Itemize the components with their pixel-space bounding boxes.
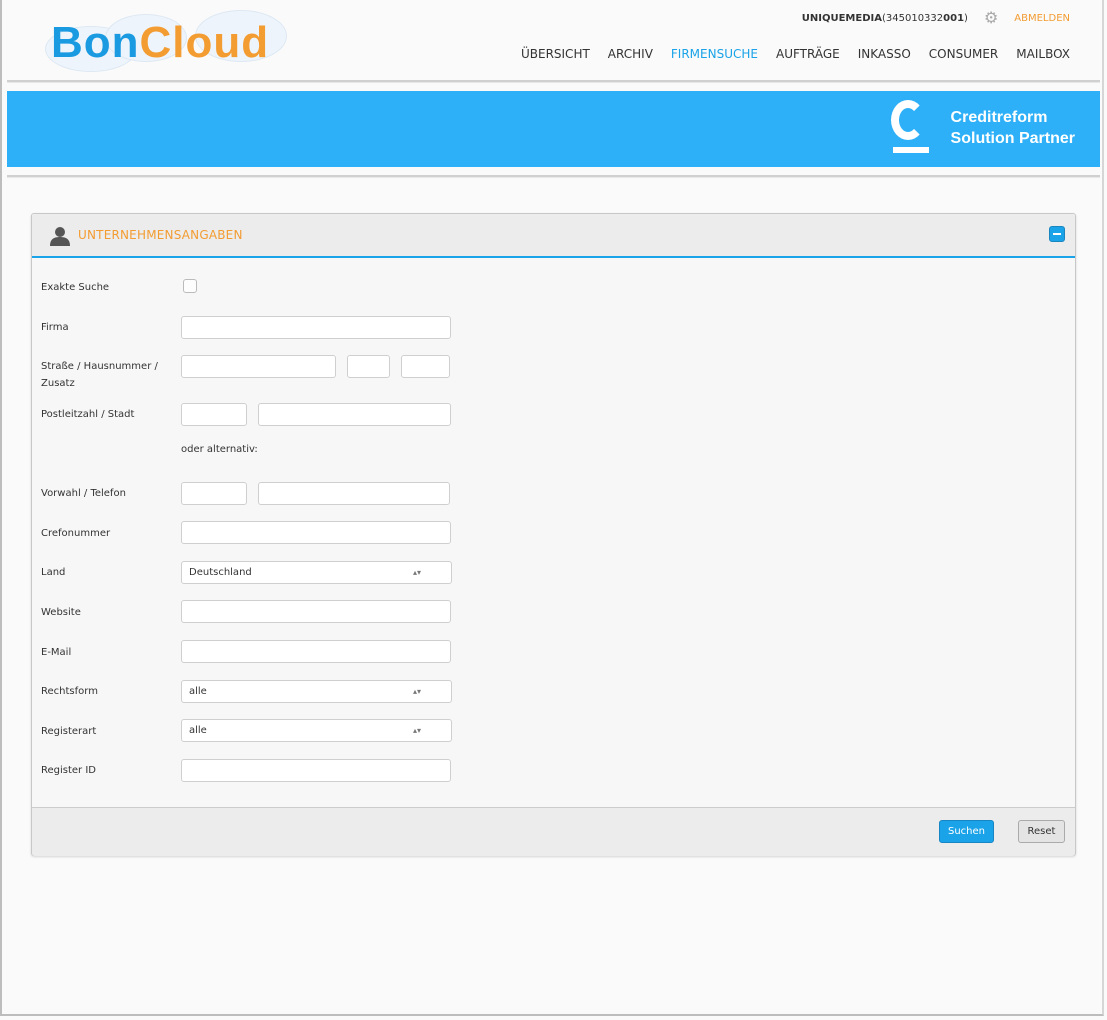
logout-link[interactable]: ABMELDEN [1014,13,1070,24]
zusatz-input[interactable] [401,355,450,378]
registerart-select[interactable]: alle ▴▾ [181,719,452,742]
divider [7,175,1100,178]
person-icon [50,227,70,246]
user-id-close: ) [964,12,968,24]
header: BonCloud UNIQUEMEDIA (345010332 001) ⚙ A… [7,0,1100,80]
exakte-suche-label: Exakte Suche [41,282,110,293]
main-nav: ÜBERSICHT ARCHIV FIRMENSUCHE AUFTRÄGE IN… [521,47,1070,61]
alternative-note: oder alternativ: [181,444,258,455]
hausnummer-input[interactable] [347,355,390,378]
creditreform-logo: Creditreform Solution Partner [889,100,1075,156]
telefon-input[interactable] [258,482,450,505]
plz-stadt-label: Postleitzahl / Stadt [41,409,135,420]
rechtsform-label: Rechtsform [41,686,98,697]
vorwahl-telefon-label: Vorwahl / Telefon [41,488,126,499]
creditreform-c-icon [889,100,933,156]
vorwahl-input[interactable] [181,482,247,505]
user-id-suffix: 001 [943,12,965,24]
land-select[interactable]: Deutschland ▴▾ [181,561,452,584]
collapse-button[interactable] [1049,226,1065,242]
panel-footer: Suchen Reset [32,807,1075,856]
strasse-label-line2: Zusatz [41,378,75,389]
nav-archiv[interactable]: ARCHIV [608,47,653,61]
register-id-label: Register ID [41,765,96,776]
user-bar: UNIQUEMEDIA (345010332 001) ⚙ ABMELDEN [801,10,1070,26]
company-search-panel: UNTERNEHMENSANGABEN Exakte Suche Firma S… [31,213,1076,856]
gear-icon[interactable]: ⚙ [984,10,998,26]
firma-input[interactable] [181,316,451,339]
firma-label: Firma [41,322,69,333]
crefonummer-label: Crefonummer [41,528,111,539]
email-label: E-Mail [41,647,72,658]
nav-consumer[interactable]: CONSUMER [929,47,998,61]
crefonummer-input[interactable] [181,521,451,544]
rechtsform-select[interactable]: alle ▴▾ [181,680,452,703]
select-arrows-icon: ▴▾ [412,568,421,577]
panel-title: UNTERNEHMENSANGABEN [78,228,243,242]
reset-button[interactable]: Reset [1018,820,1065,843]
creditreform-text: Creditreform Solution Partner [950,109,1075,147]
stadt-input[interactable] [258,403,451,426]
boncloud-logo[interactable]: BonCloud [45,8,315,72]
partner-banner: Creditreform Solution Partner [7,91,1100,167]
logo-text: BonCloud [51,18,270,67]
nav-inkasso[interactable]: INKASSO [858,47,911,61]
register-id-input[interactable] [181,759,451,782]
website-label: Website [41,607,81,618]
website-input[interactable] [181,600,451,623]
divider [7,80,1100,83]
nav-firmensuche[interactable]: FIRMENSUCHE [671,47,758,61]
registerart-label: Registerart [41,726,97,737]
select-arrows-icon: ▴▾ [412,687,421,696]
strasse-input[interactable] [181,355,336,378]
nav-uebersicht[interactable]: ÜBERSICHT [521,47,590,61]
plz-input[interactable] [181,403,247,426]
strasse-label-line1: Straße / Hausnummer / [41,361,158,372]
nav-mailbox[interactable]: MAILBOX [1016,47,1070,61]
exakte-suche-checkbox[interactable] [183,279,197,293]
email-input[interactable] [181,640,451,663]
user-id-prefix: (345010332 [881,12,944,24]
select-arrows-icon: ▴▾ [412,726,421,735]
search-button[interactable]: Suchen [939,820,994,843]
nav-auftraege[interactable]: AUFTRÄGE [776,47,840,61]
panel-header: UNTERNEHMENSANGABEN [32,214,1075,258]
user-name: UNIQUEMEDIA [801,12,882,24]
land-label: Land [41,567,66,578]
